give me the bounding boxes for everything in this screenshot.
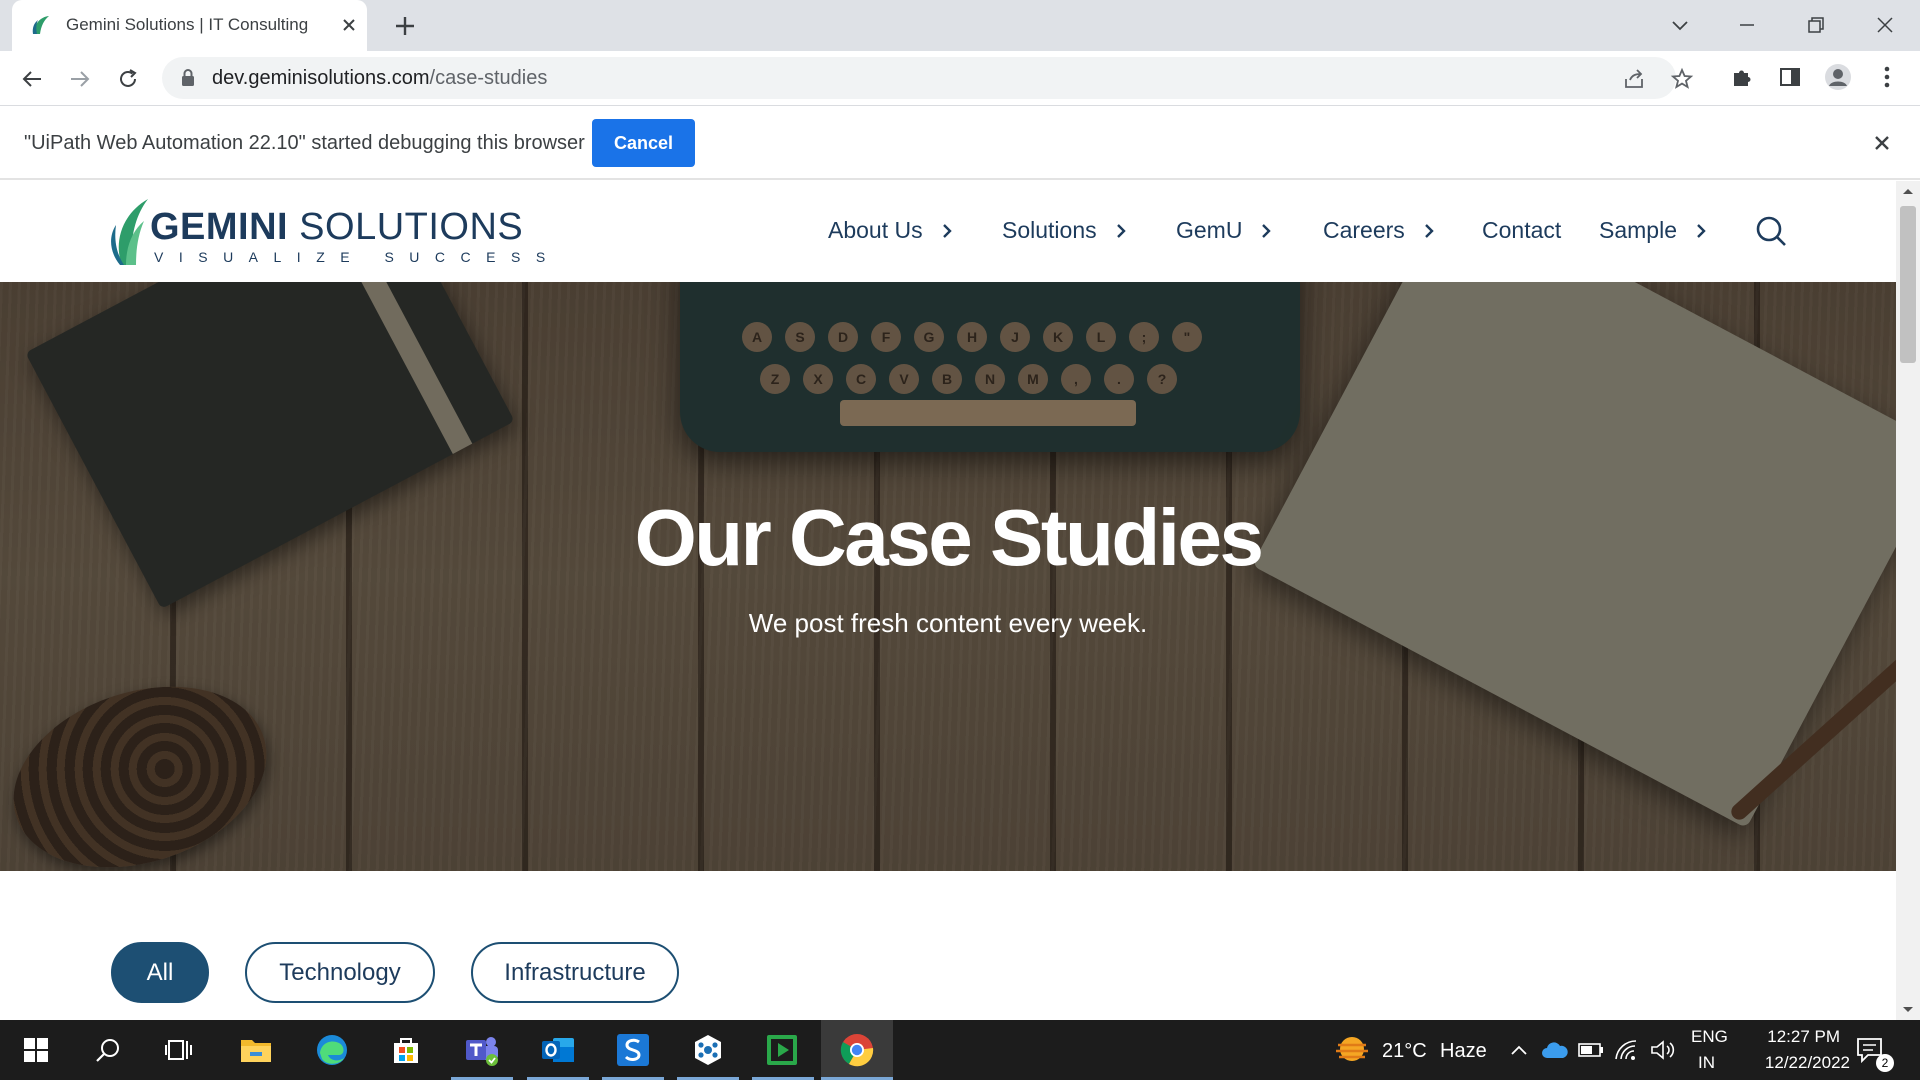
gemini-logo[interactable]: GEMINI SOLUTIONS VISUALIZE SUCCESS [108,193,545,269]
logo-name-bold: GEMINI [150,206,289,248]
site-header: GEMINI SOLUTIONS VISUALIZE SUCCESS About… [0,181,1896,282]
nav-careers[interactable]: Careers [1323,217,1435,244]
logo-name-rest: SOLUTIONS [288,206,524,248]
nav-about-us[interactable]: About Us [828,217,953,244]
filter-infrastructure-button[interactable]: Infrastructure [471,942,679,1003]
language-region[interactable]: IN [1698,1053,1715,1073]
chevron-right-icon [1115,222,1127,240]
chevron-right-icon [1423,222,1435,240]
weather-haze-icon[interactable] [1330,1028,1374,1072]
language-code[interactable]: ENG [1691,1027,1728,1047]
edge-browser-icon[interactable] [310,1028,354,1072]
debugging-infobar: "UiPath Web Automation 22.10" started de… [0,107,1920,180]
page-scrollbar[interactable] [1896,181,1920,1020]
infobar-close-icon[interactable] [1870,131,1894,155]
browser-tab-strip: Gemini Solutions | IT Consulting [0,0,1920,51]
infobar-message: "UiPath Web Automation 22.10" started de… [24,132,585,154]
nav-solutions[interactable]: Solutions [1002,217,1127,244]
chrome-icon[interactable] [835,1028,879,1072]
reload-icon[interactable] [112,63,144,95]
chevron-right-icon [941,222,953,240]
back-arrow-icon[interactable] [16,63,48,95]
minimize-icon[interactable] [1727,8,1767,42]
nav-label: Solutions [1002,217,1097,243]
microsoft-store-icon[interactable] [384,1028,428,1072]
close-window-icon[interactable] [1865,8,1905,42]
forward-arrow-icon[interactable] [64,63,96,95]
restore-icon[interactable] [1796,8,1836,42]
volume-icon[interactable] [1641,1028,1685,1072]
skype-s-app-icon[interactable] [611,1028,655,1072]
browser-tab[interactable]: Gemini Solutions | IT Consulting [12,0,367,51]
weather-temperature: 21°C [1382,1040,1427,1062]
search-icon[interactable] [86,1028,130,1072]
logo-name: GEMINI SOLUTIONS [150,206,523,249]
filter-technology-button[interactable]: Technology [245,942,435,1003]
scroll-down-icon[interactable] [1896,1000,1920,1020]
url-host: dev.geminisolutions.com [212,67,430,89]
url-path: /case-studies [429,67,548,89]
network-app-icon[interactable] [686,1028,730,1072]
hero-subtitle: We post fresh content every week. [748,608,1148,638]
lock-icon [182,69,194,86]
gemini-leaf-icon [32,16,49,34]
nav-label: GemU [1176,217,1243,243]
tab-title: Gemini Solutions | IT Consulting [66,15,336,35]
extensions-puzzle-icon[interactable] [1728,63,1756,91]
notification-count-badge: 2 [1876,1054,1894,1072]
side-panel-icon[interactable] [1776,63,1804,91]
file-explorer-icon[interactable] [234,1028,278,1072]
bookmark-star-icon[interactable] [1670,67,1694,91]
infobar-cancel-button[interactable]: Cancel [592,119,695,167]
media-player-app-icon[interactable] [760,1028,804,1072]
clock-date[interactable]: 12/22/2022 [1742,1053,1850,1073]
page-viewport: GEMINI SOLUTIONS VISUALIZE SUCCESS About… [0,181,1920,1020]
notification-center-icon[interactable]: 2 [1848,1028,1894,1072]
nav-contact[interactable]: Contact [1482,217,1561,244]
browser-menu-icon[interactable] [1873,63,1901,91]
logo-leaf-icon [111,199,148,265]
browser-toolbar: dev.geminisolutions.com/case-studies [0,51,1920,106]
nav-label: Sample [1599,217,1677,243]
nav-label: About Us [828,217,923,243]
hero-title: Our Case Studies [634,493,1264,582]
nav-label: Contact [1482,217,1562,243]
scroll-thumb[interactable] [1900,206,1916,363]
logo-tagline: VISUALIZE SUCCESS [154,249,561,265]
windows-start-icon[interactable] [14,1028,58,1072]
share-icon[interactable] [1622,67,1646,91]
profile-avatar-icon[interactable] [1824,63,1852,91]
chevron-right-icon [1695,222,1707,240]
windows-taskbar: 21°C Haze ENG IN 12:27 PM 12/22/2022 2 [0,1020,1920,1080]
outlook-icon[interactable] [536,1028,580,1072]
weather-condition: Haze [1440,1040,1487,1062]
hero-banner: A S D F G H J K L; " Z X C V B N M,.? Our Case Studies W… [0,282,1896,871]
site-search-icon[interactable] [1755,215,1787,247]
teams-icon[interactable] [460,1028,504,1072]
url-text: dev.geminisolutions.com/case-studies [212,67,547,90]
nav-gemu[interactable]: GemU [1176,217,1272,244]
chevron-right-icon [1260,222,1272,240]
new-tab-button[interactable] [390,11,420,41]
clock-time[interactable]: 12:27 PM [1750,1027,1840,1047]
task-view-icon[interactable] [157,1028,201,1072]
nav-sample[interactable]: Sample [1599,217,1707,244]
tab-close-icon[interactable] [337,13,361,37]
tab-search-chevron-icon[interactable] [1660,8,1700,42]
scroll-up-icon[interactable] [1896,181,1920,201]
address-bar[interactable]: dev.geminisolutions.com/case-studies [162,57,1694,99]
nav-label: Careers [1323,217,1405,243]
filter-all-button[interactable]: All [111,942,209,1003]
